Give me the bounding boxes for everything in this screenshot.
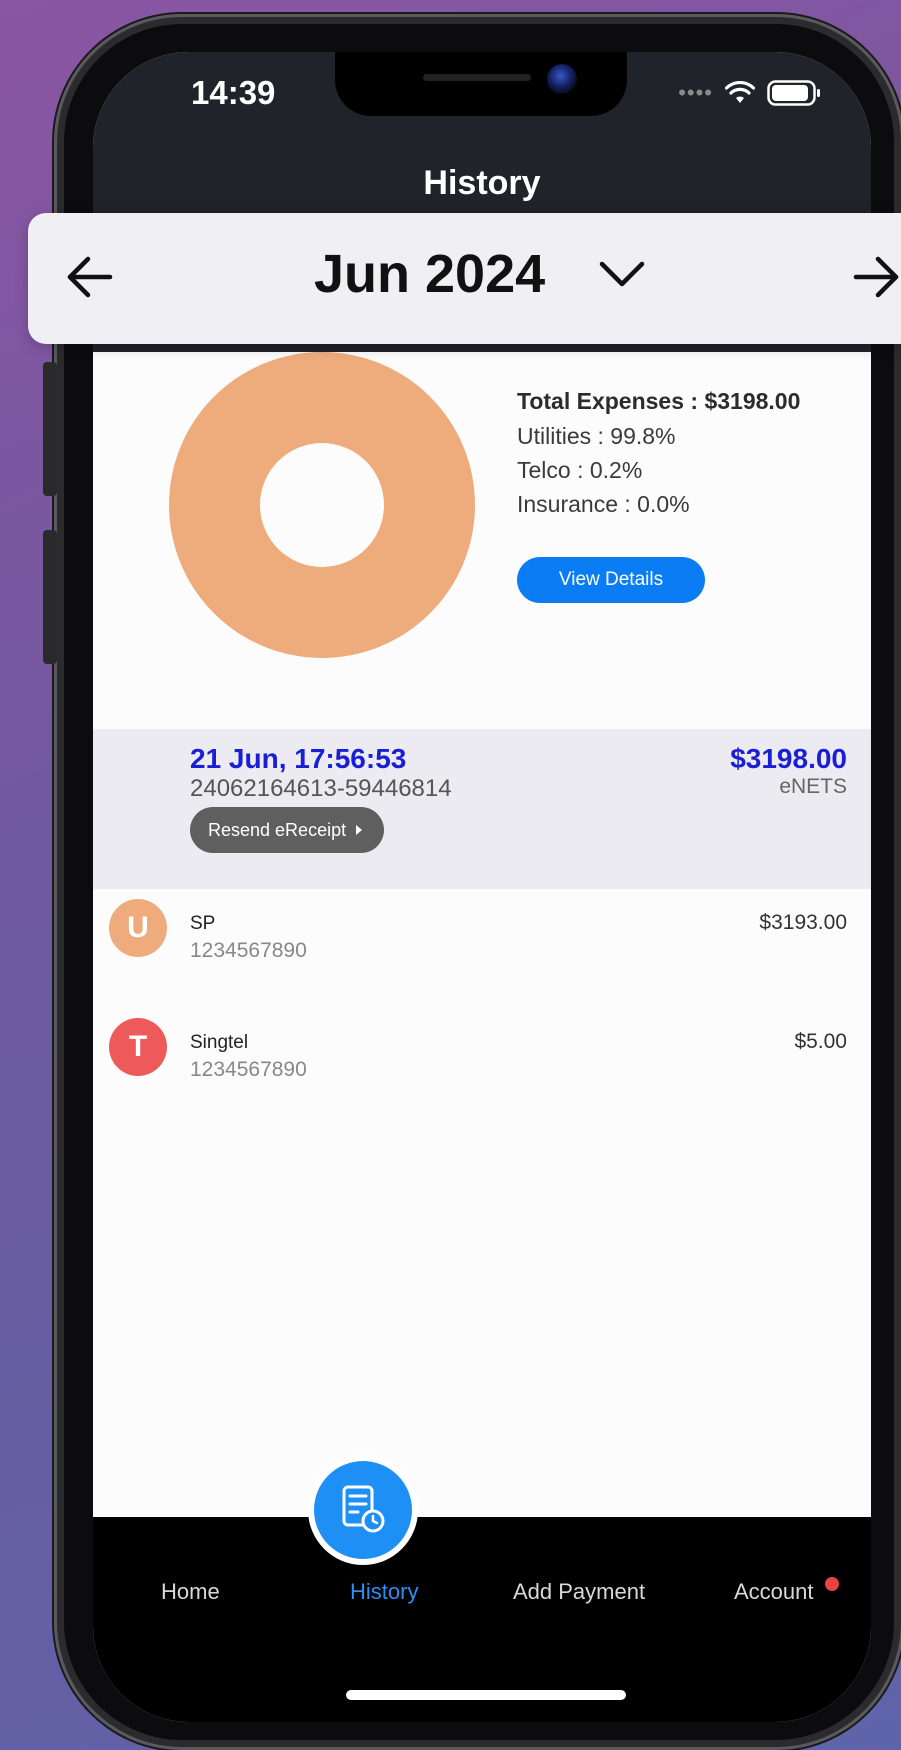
total-expenses: Total Expenses : $3198.00 [517, 388, 801, 414]
volume-up-button [43, 362, 57, 496]
avatar: U [109, 899, 167, 957]
signal-dots-icon: •••• [678, 80, 713, 105]
view-details-button[interactable]: View Details [517, 557, 705, 603]
transaction-date: 21 Jun, 17:56:53 [190, 743, 407, 774]
summary-telco: Telco : 0.2% [517, 457, 643, 483]
caret-right-icon [356, 825, 363, 835]
payment-method: eNETS [779, 775, 847, 798]
notch [335, 52, 627, 116]
donut-hole [260, 443, 384, 567]
account-number: 1234567890 [190, 1058, 307, 1081]
wifi-icon [725, 81, 755, 103]
resend-ereceipt-label: Resend eReceipt [208, 819, 347, 840]
previous-month-button[interactable] [60, 247, 120, 307]
bottom-navigation: Home History Add Payment Account [93, 1455, 871, 1722]
arrow-left-icon [67, 256, 113, 298]
fab-inner [314, 1461, 412, 1559]
status-icons: •••• [678, 80, 821, 106]
biller-name: SP [190, 913, 216, 934]
avatar: T [109, 1018, 167, 1076]
transaction-reference: 24062164613-59446814 [190, 775, 452, 802]
battery-icon [767, 80, 820, 106]
history-fab-button[interactable] [308, 1455, 418, 1565]
month-selector: Jun 2024 [28, 213, 901, 344]
receipt-clock-icon [342, 1485, 385, 1533]
page-title: History [423, 164, 541, 202]
volume-down-button [43, 530, 57, 664]
transaction-header[interactable]: 21 Jun, 17:56:53 24062164613-59446814 $3… [93, 729, 871, 889]
camera [547, 64, 577, 94]
notification-badge [825, 1577, 839, 1591]
expense-summary: Total Expenses : $3198.00 Utilities : 99… [517, 388, 800, 525]
account-number: 1234567890 [190, 939, 307, 962]
item-amount: $3193.00 [759, 911, 847, 934]
list-item[interactable]: U SP 1234567890 $3193.00 [93, 899, 871, 989]
nav-history[interactable]: History [350, 1579, 418, 1605]
month-label[interactable]: Jun 2024 [314, 243, 545, 305]
summary-insurance: Insurance : 0.0% [517, 491, 690, 517]
summary-utilities: Utilities : 99.8% [517, 423, 676, 449]
nav-add-payment[interactable]: Add Payment [513, 1579, 645, 1605]
speaker [423, 74, 531, 81]
status-time: 14:39 [191, 74, 276, 111]
arrow-right-icon [853, 256, 899, 298]
nav-home[interactable]: Home [161, 1579, 220, 1605]
nav-account[interactable]: Account [734, 1579, 814, 1605]
next-month-button[interactable] [846, 247, 901, 307]
item-amount: $5.00 [794, 1030, 847, 1053]
transaction-amount: $3198.00 [730, 743, 847, 774]
home-indicator [346, 1690, 626, 1700]
chevron-down-icon[interactable] [598, 259, 646, 289]
resend-ereceipt-button[interactable]: Resend eReceipt [190, 807, 385, 853]
list-item[interactable]: T Singtel 1234567890 $5.00 [93, 1018, 871, 1108]
biller-name: Singtel [190, 1032, 249, 1053]
expense-donut-chart [169, 352, 475, 658]
